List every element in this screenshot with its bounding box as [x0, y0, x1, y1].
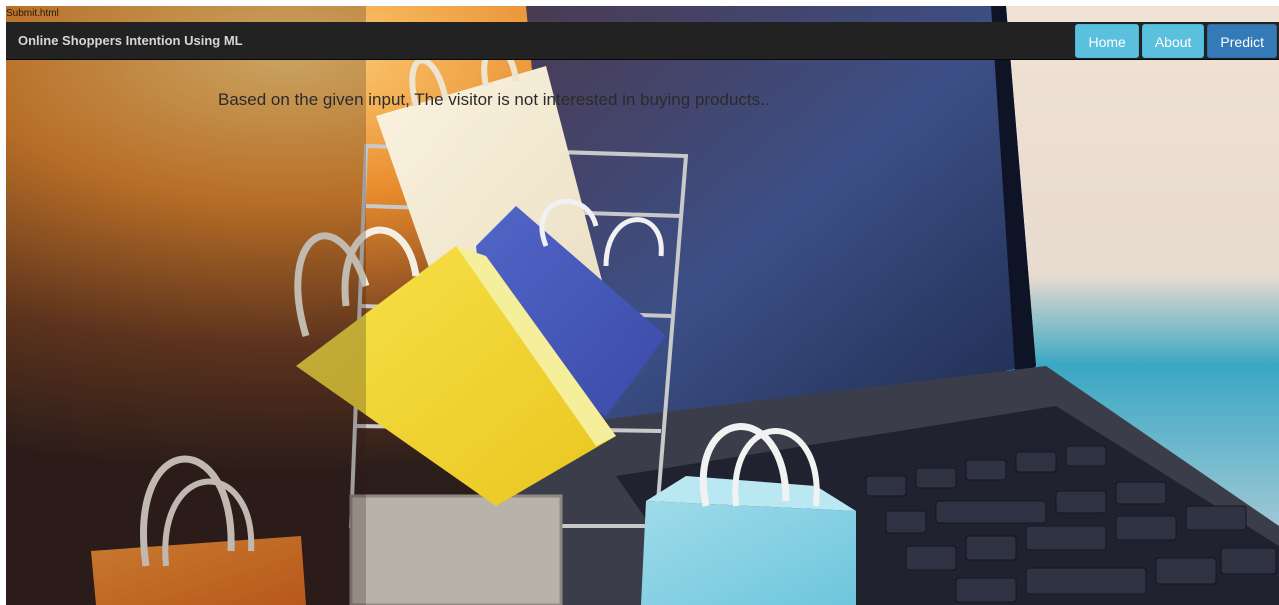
predict-button[interactable]: Predict	[1207, 24, 1277, 58]
about-button[interactable]: About	[1141, 24, 1205, 58]
home-button[interactable]: Home	[1075, 24, 1139, 58]
navbar: Online Shoppers Intention Using ML Home …	[6, 22, 1279, 60]
file-name-label: Submit.html	[6, 8, 59, 19]
nav-buttons: Home About Predict	[1075, 22, 1279, 60]
prediction-result-text: Based on the given input, The visitor is…	[218, 90, 770, 109]
navbar-brand[interactable]: Online Shoppers Intention Using ML	[18, 22, 243, 60]
page: Submit.html Online Shoppers Intention Us…	[6, 6, 1279, 605]
